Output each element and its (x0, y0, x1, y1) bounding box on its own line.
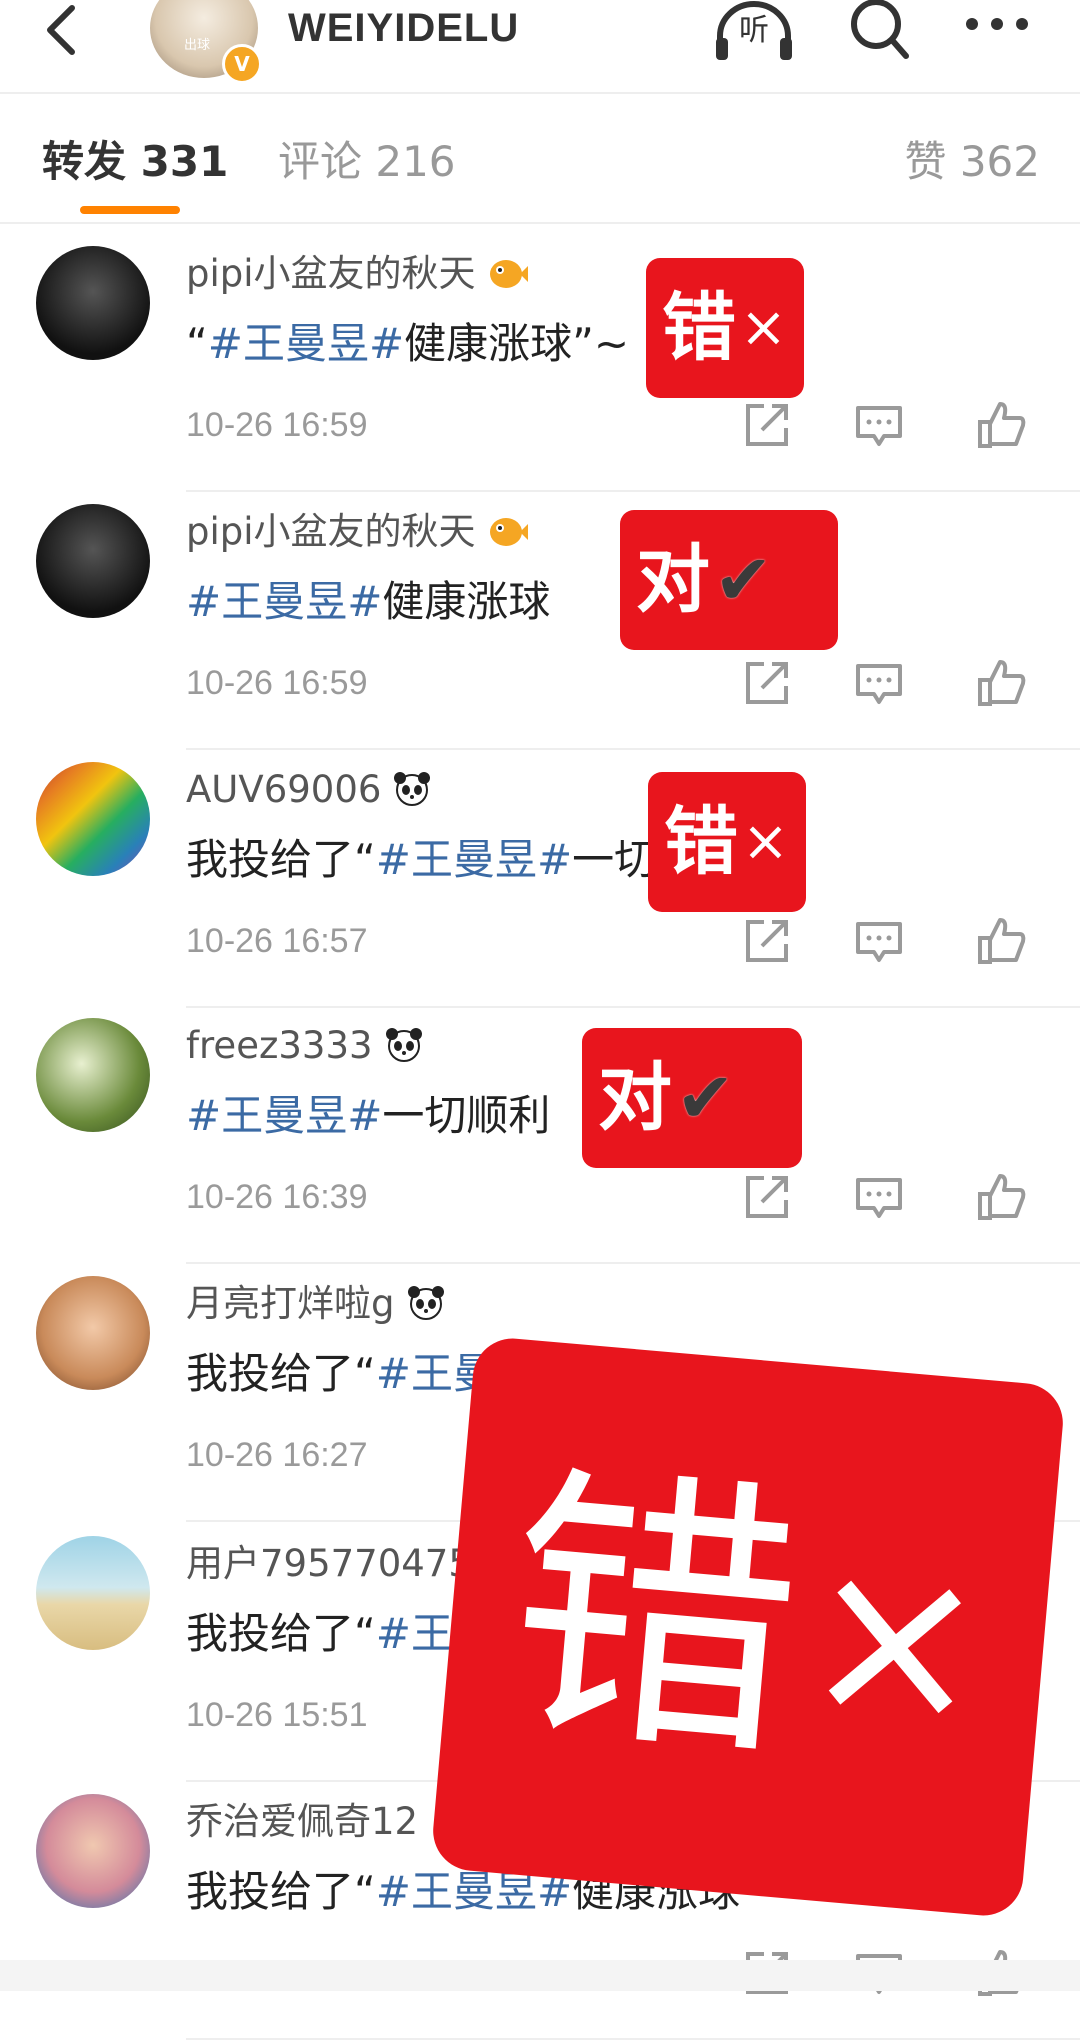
account-name[interactable]: WEIYIDELU (288, 0, 519, 56)
username[interactable]: 用户7957704759 (186, 1536, 495, 1592)
wrong-sticker: 错 × (648, 772, 806, 912)
username-text[interactable]: AUV69006 (186, 768, 381, 811)
username[interactable]: 乔治爱佩奇12 (186, 1794, 418, 1850)
right-sticker: 对 ✔ (620, 510, 838, 650)
topic-link[interactable]: #王曼昱# (186, 1091, 382, 1140)
search-icon[interactable] (848, 0, 912, 64)
like-thumb-icon[interactable] (976, 1172, 1026, 1222)
listen-label: 听 (739, 13, 769, 48)
like-thumb-icon[interactable] (976, 658, 1026, 708)
username-text[interactable]: 用户7957704759 (186, 1542, 495, 1585)
list-item[interactable]: pipi小盆友的秋天 #王曼昱#健康涨球 10-26 16:59 (0, 490, 1080, 750)
top-nav-bar: 出球 V WEIYIDELU 听 (0, 0, 1080, 94)
repost-content: 我投给了“#王 (186, 1604, 453, 1664)
content-text: 健康涨球 (382, 577, 551, 626)
share-icon[interactable] (742, 400, 792, 450)
comment-icon[interactable] (854, 916, 904, 966)
username[interactable]: AUV69006 (186, 762, 433, 818)
topic-link[interactable]: #王曼昱# (186, 577, 382, 626)
user-avatar[interactable] (36, 504, 150, 618)
panda-emoji-icon (407, 1286, 444, 1320)
repost-content: “#王曼昱#健康涨球”~ (186, 314, 629, 374)
right-sticker-text: 对 (636, 537, 710, 623)
username[interactable]: 月亮打烊啦g (186, 1276, 447, 1332)
repost-content: #王曼昱#健康涨球 (186, 572, 550, 632)
content-text: 我投给了“ (186, 1867, 376, 1916)
right-sticker-text: 对 (598, 1055, 672, 1141)
username-text[interactable]: freez3333 (186, 1024, 373, 1067)
timestamp: 10-26 16:59 (186, 406, 368, 444)
big-x-mark-icon: × (792, 1504, 999, 1776)
check-mark-icon: ✔ (676, 1057, 735, 1139)
share-icon[interactable] (742, 916, 792, 966)
pufferfish-emoji-icon (489, 260, 528, 288)
user-avatar[interactable] (36, 1276, 150, 1390)
timestamp: 10-26 15:51 (186, 1696, 368, 1734)
topic-link[interactable]: #王曼昱# (208, 319, 404, 368)
timestamp: 10-26 16:39 (186, 1178, 368, 1216)
topic-link[interactable]: #王曼昱# (376, 835, 572, 884)
content-text: “ (186, 319, 208, 368)
username[interactable]: pipi小盆友的秋天 (186, 246, 528, 302)
tab-comment[interactable]: 评论 216 (278, 132, 456, 192)
tab-bar: 转发 331 评论 216 赞 362 (0, 94, 1080, 224)
timestamp: 10-26 16:59 (186, 664, 368, 702)
comment-icon[interactable] (854, 1172, 904, 1222)
tab-repost[interactable]: 转发 331 (42, 132, 228, 192)
list-item[interactable]: pipi小盆友的秋天 “#王曼昱#健康涨球”~ 10-26 16:59 (0, 232, 1080, 492)
bottom-edge (0, 1960, 1080, 1991)
panda-emoji-icon (385, 1028, 422, 1062)
wrong-sticker-text: 错 (664, 799, 738, 885)
username-text[interactable]: pipi小盆友的秋天 (186, 510, 476, 553)
listen-headphones-icon[interactable]: 听 (712, 0, 796, 64)
username-text[interactable]: pipi小盆友的秋天 (186, 252, 476, 295)
username[interactable]: freez3333 (186, 1018, 425, 1074)
user-avatar[interactable] (36, 1018, 150, 1132)
content-text: 我投给了“ (186, 1609, 376, 1658)
check-mark-icon: ✔ (714, 539, 773, 621)
user-avatar[interactable] (36, 762, 150, 876)
right-sticker: 对 ✔ (582, 1028, 802, 1168)
content-text: 一切 (572, 835, 657, 884)
timestamp: 10-26 16:27 (186, 1436, 368, 1474)
username-text[interactable]: 月亮打烊啦g (186, 1282, 395, 1325)
x-mark-icon: × (742, 809, 789, 874)
content-text: 我投给了“ (186, 1349, 376, 1398)
more-options-icon[interactable] (962, 0, 1032, 50)
back-arrow-icon[interactable] (40, 2, 84, 62)
user-avatar[interactable] (36, 1536, 150, 1650)
big-wrong-sticker-text: 错 (494, 1437, 813, 1799)
share-icon[interactable] (742, 658, 792, 708)
timestamp: 10-26 16:57 (186, 922, 368, 960)
repost-content: #王曼昱#一切顺利 (186, 1086, 550, 1146)
like-thumb-icon[interactable] (976, 916, 1026, 966)
content-text: 我投给了“ (186, 835, 376, 884)
user-avatar[interactable] (36, 246, 150, 360)
panda-emoji-icon (394, 772, 431, 806)
comment-icon[interactable] (854, 400, 904, 450)
verified-badge-icon: V (222, 44, 262, 84)
big-wrong-sticker: 错 × (429, 1335, 1067, 1919)
wrong-sticker: 错 × (646, 258, 804, 398)
content-text: 健康涨球”~ (404, 319, 630, 368)
username-text[interactable]: 乔治爱佩奇12 (186, 1800, 418, 1843)
share-icon[interactable] (742, 1172, 792, 1222)
list-item[interactable]: AUV69006 我投给了“#王曼昱#一切 10-26 16:57 (0, 748, 1080, 1008)
x-mark-icon: × (740, 295, 787, 360)
comment-icon[interactable] (854, 658, 904, 708)
pufferfish-emoji-icon (489, 518, 528, 546)
topic-link[interactable]: #王 (376, 1609, 453, 1658)
content-text: 一切顺利 (382, 1091, 551, 1140)
active-tab-indicator (80, 206, 180, 214)
user-avatar[interactable] (36, 1794, 150, 1908)
username[interactable]: pipi小盆友的秋天 (186, 504, 528, 560)
tab-like[interactable]: 赞 362 (904, 132, 1040, 192)
repost-content: 我投给了“#王曼昱#一切 (186, 830, 656, 890)
list-item[interactable]: freez3333 #王曼昱#一切顺利 10-26 16:39 (0, 1004, 1080, 1264)
avatar-tag: 出球 (184, 38, 211, 53)
like-thumb-icon[interactable] (976, 400, 1026, 450)
wrong-sticker-text: 错 (662, 285, 736, 371)
